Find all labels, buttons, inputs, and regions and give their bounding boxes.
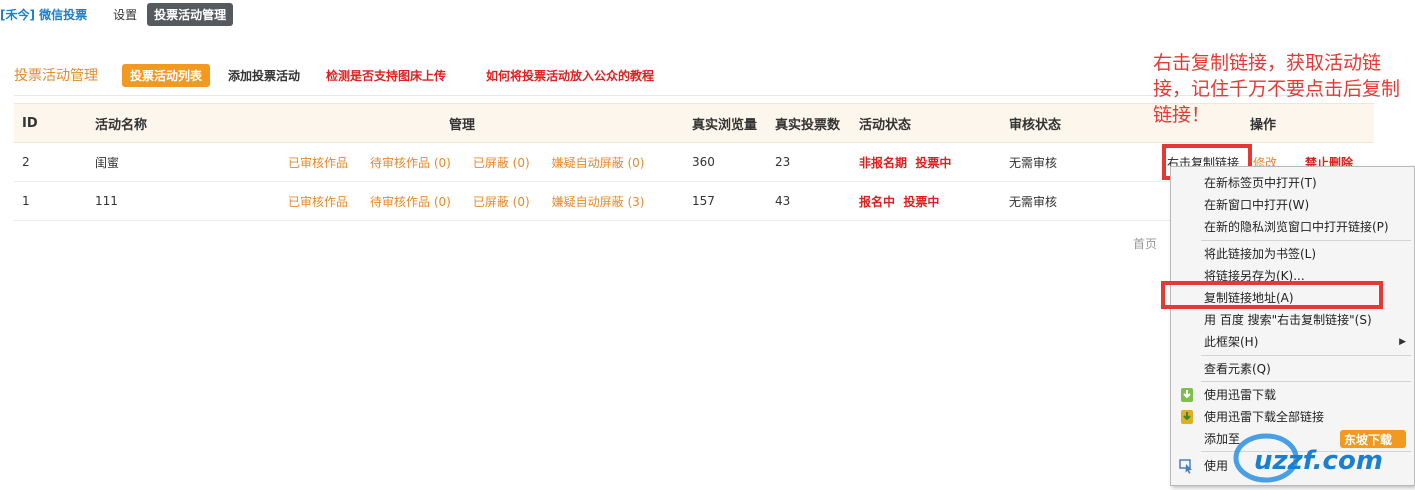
- pager-first[interactable]: 首页: [1133, 235, 1157, 252]
- watermark-logo: 东坡下载 uzzf.com: [1232, 428, 1412, 484]
- thunder-download-icon: [1181, 387, 1193, 402]
- auto-blocked-link[interactable]: 嫌疑自动屏蔽 (3): [552, 193, 645, 210]
- watermark-text: uzzf.com: [1254, 446, 1383, 476]
- status-voting: 投票中: [915, 155, 952, 170]
- row-audit: 无需审核: [1009, 194, 1058, 209]
- row-votes: 43: [775, 194, 791, 208]
- row-votes: 23: [775, 155, 791, 169]
- status-phase: 非报名期: [859, 155, 908, 170]
- submenu-arrow-icon: ▶: [1399, 336, 1406, 347]
- menu-thunder-all[interactable]: 使用迅雷下载全部链接: [1171, 406, 1414, 427]
- row-name: 闺蜜: [95, 155, 120, 170]
- nav-vote-management[interactable]: 投票活动管理: [147, 2, 234, 26]
- menu-inspect[interactable]: 查看元素(Q): [1171, 358, 1414, 379]
- menu-open-new-window[interactable]: 在新窗口中打开(W): [1171, 194, 1414, 215]
- status-voting: 投票中: [903, 194, 940, 209]
- check-upload-link[interactable]: 检测是否支持图床上传: [326, 67, 446, 84]
- section-title: 投票活动管理: [14, 68, 98, 84]
- add-vote-link[interactable]: 添加投票活动: [228, 67, 300, 84]
- menu-search[interactable]: 用 百度 搜索"右击复制链接"(S): [1171, 309, 1414, 330]
- brand-link[interactable]: [禾今] 微信投票: [0, 6, 87, 23]
- row-audit: 无需审核: [1009, 155, 1058, 170]
- annotation-note: 右击复制链接，获取活动链接，记住千万不要点击后复制链接！: [1153, 52, 1401, 126]
- menu-frame-label: 此框架(H): [1204, 335, 1259, 349]
- menu-open-private[interactable]: 在新的隐私浏览窗口中打开链接(P): [1171, 216, 1414, 237]
- menu-use-label: 使用: [1204, 459, 1229, 473]
- tutorial-link[interactable]: 如何将投票活动放入公众的教程: [486, 67, 654, 84]
- menu-separator: [1201, 240, 1411, 241]
- menu-separator: [1201, 355, 1411, 356]
- col-name: 活动名称: [95, 117, 148, 133]
- menu-open-new-tab[interactable]: 在新标签页中打开(T): [1171, 172, 1414, 193]
- col-audit: 审核状态: [1009, 117, 1062, 133]
- status-phase: 报名中: [859, 194, 896, 209]
- tab-vote-list[interactable]: 投票活动列表: [122, 63, 211, 87]
- row-name: 111: [95, 194, 118, 208]
- pending-works-link[interactable]: 待审核作品 (0): [370, 193, 451, 210]
- menu-thunder-download-label: 使用迅雷下载: [1204, 388, 1277, 402]
- col-status: 活动状态: [859, 117, 912, 133]
- row-status: 报名中 投票中: [859, 182, 939, 220]
- menu-thunder-all-label: 使用迅雷下载全部链接: [1204, 410, 1325, 424]
- row-id: 1: [22, 194, 30, 208]
- blocked-link[interactable]: 已屏蔽 (0): [473, 154, 530, 171]
- menu-frame[interactable]: 此框架(H) ▶: [1171, 331, 1414, 352]
- row-id: 2: [22, 155, 30, 169]
- approved-works-link[interactable]: 已审核作品: [288, 154, 348, 171]
- menu-separator: [1201, 381, 1411, 382]
- sub-toolbar: 投票活动管理 投票活动列表 添加投票活动 检测是否支持图床上传 如何将投票活动放…: [14, 63, 654, 87]
- highlight-copy-link-menu: [1161, 281, 1383, 309]
- pending-works-link[interactable]: 待审核作品 (0): [370, 154, 451, 171]
- col-manage: 管理: [449, 117, 476, 133]
- approved-works-link[interactable]: 已审核作品: [288, 193, 348, 210]
- thunder-all-icon: [1181, 409, 1193, 424]
- col-id: ID: [22, 115, 38, 131]
- row-status: 非报名期 投票中: [859, 143, 951, 181]
- pointer-select-icon: [1179, 458, 1192, 474]
- menu-bookmark[interactable]: 将此链接加为书签(L): [1171, 243, 1414, 264]
- auto-blocked-link[interactable]: 嫌疑自动屏蔽 (0): [552, 154, 645, 171]
- menu-thunder-download[interactable]: 使用迅雷下载: [1171, 384, 1414, 405]
- col-views: 真实浏览量: [692, 117, 758, 133]
- nav-settings[interactable]: 设置: [113, 6, 137, 23]
- col-votes: 真实投票数: [775, 117, 841, 133]
- row-views: 157: [692, 194, 715, 208]
- blocked-link[interactable]: 已屏蔽 (0): [473, 193, 530, 210]
- row-views: 360: [692, 155, 715, 169]
- top-nav: [禾今] 微信投票 设置 投票活动管理: [0, 2, 234, 26]
